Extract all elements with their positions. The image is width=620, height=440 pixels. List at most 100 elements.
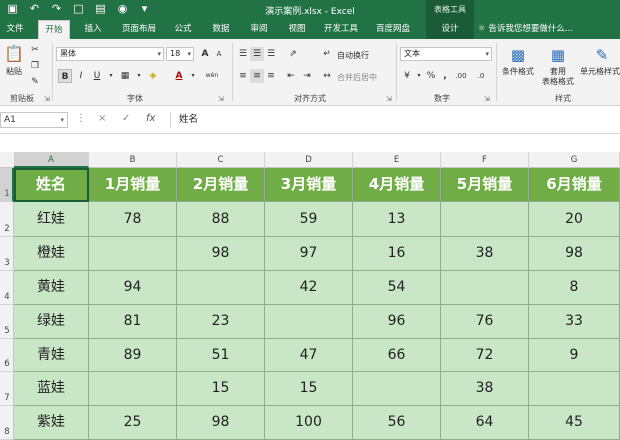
- row-header[interactable]: 1: [0, 168, 14, 202]
- align-top-icon[interactable]: ☰: [236, 47, 250, 61]
- chevron-down-icon[interactable]: ▾: [186, 69, 200, 83]
- column-header[interactable]: G: [529, 152, 620, 168]
- table-cell[interactable]: 98: [529, 237, 620, 271]
- tab-formulas[interactable]: 公式: [168, 20, 198, 39]
- row-header[interactable]: 2: [0, 202, 14, 237]
- header-cell[interactable]: 姓名: [14, 168, 89, 202]
- tab-file[interactable]: 文件: [2, 20, 28, 39]
- table-cell[interactable]: 96: [353, 305, 441, 339]
- table-cell[interactable]: 20: [529, 202, 620, 237]
- align-middle-icon[interactable]: ☰: [250, 47, 264, 61]
- table-cell[interactable]: [441, 202, 529, 237]
- table-cell[interactable]: 81: [89, 305, 177, 339]
- tab-design[interactable]: 设计: [426, 20, 474, 39]
- table-cell[interactable]: 38: [441, 237, 529, 271]
- tab-home[interactable]: 开始: [38, 20, 70, 39]
- border-icon[interactable]: ▦: [118, 69, 132, 83]
- format-as-table-icon[interactable]: ▦: [548, 45, 568, 65]
- header-cell[interactable]: 5月销量: [441, 168, 529, 202]
- format-as-table-button[interactable]: 套用 表格格式: [538, 67, 578, 87]
- table-cell[interactable]: 97: [265, 237, 353, 271]
- table-cell[interactable]: 59: [265, 202, 353, 237]
- table-cell[interactable]: 88: [177, 202, 265, 237]
- header-cell[interactable]: 6月销量: [529, 168, 620, 202]
- table-cell[interactable]: [89, 372, 177, 406]
- cut-icon[interactable]: ✂: [28, 43, 42, 57]
- number-launcher-icon[interactable]: ⇲: [484, 95, 490, 103]
- table-cell[interactable]: 红娃: [14, 202, 89, 237]
- table-cell[interactable]: 89: [89, 339, 177, 372]
- column-header[interactable]: F: [441, 152, 529, 168]
- align-right-icon[interactable]: ≡: [264, 69, 278, 83]
- table-cell[interactable]: 33: [529, 305, 620, 339]
- copy-icon[interactable]: ❐: [28, 59, 42, 73]
- table-cell[interactable]: 72: [441, 339, 529, 372]
- table-cell[interactable]: 98: [177, 406, 265, 440]
- table-cell[interactable]: 47: [265, 339, 353, 372]
- table-cell[interactable]: 青娃: [14, 339, 89, 372]
- table-cell[interactable]: 54: [353, 271, 441, 305]
- cancel-icon[interactable]: ×: [98, 113, 106, 124]
- table-cell[interactable]: 16: [353, 237, 441, 271]
- number-format-select[interactable]: 文本 ▾: [400, 47, 492, 61]
- merge-center-button[interactable]: 合并后居中: [336, 71, 378, 84]
- table-cell[interactable]: [353, 372, 441, 406]
- alignment-launcher-icon[interactable]: ⇲: [386, 95, 392, 103]
- table-cell[interactable]: 94: [89, 271, 177, 305]
- row-header[interactable]: 6: [0, 339, 14, 372]
- wrap-text-icon[interactable]: ↵: [320, 47, 334, 61]
- table-cell[interactable]: [177, 271, 265, 305]
- underline-button[interactable]: U: [90, 69, 104, 83]
- tell-me-box[interactable]: ☼ 告诉我您想要做什么...: [478, 20, 598, 39]
- percent-button[interactable]: %: [424, 69, 438, 83]
- table-cell[interactable]: 黄娃: [14, 271, 89, 305]
- enter-icon[interactable]: ✓: [122, 113, 130, 124]
- name-box[interactable]: A1 ▾: [0, 112, 68, 128]
- table-cell[interactable]: [265, 305, 353, 339]
- table-cell[interactable]: 23: [177, 305, 265, 339]
- column-header[interactable]: C: [177, 152, 265, 168]
- row-header[interactable]: 8: [0, 406, 14, 440]
- table-cell[interactable]: 42: [265, 271, 353, 305]
- table-cell[interactable]: 25: [89, 406, 177, 440]
- header-cell[interactable]: 2月销量: [177, 168, 265, 202]
- font-size-select[interactable]: 18 ▾: [166, 47, 194, 61]
- format-painter-icon[interactable]: ✎: [28, 75, 42, 89]
- table-cell[interactable]: 38: [441, 372, 529, 406]
- decrease-indent-icon[interactable]: ⇤: [284, 69, 298, 83]
- table-cell[interactable]: 蓝娃: [14, 372, 89, 406]
- shrink-font-icon[interactable]: A: [212, 47, 226, 61]
- paste-icon[interactable]: 📋: [4, 43, 24, 65]
- italic-button[interactable]: I: [74, 69, 88, 83]
- row-header[interactable]: 4: [0, 271, 14, 305]
- column-header[interactable]: E: [353, 152, 441, 168]
- table-cell[interactable]: 98: [177, 237, 265, 271]
- tab-page-layout[interactable]: 页面布局: [116, 20, 162, 39]
- font-launcher-icon[interactable]: ⇲: [218, 95, 224, 103]
- conditional-format-icon[interactable]: ▩: [508, 45, 528, 65]
- merge-center-icon[interactable]: ↔: [320, 69, 334, 83]
- grow-font-icon[interactable]: A: [198, 47, 212, 61]
- tab-review[interactable]: 审阅: [244, 20, 274, 39]
- tab-data[interactable]: 数据: [206, 20, 236, 39]
- cell-styles-icon[interactable]: ✎: [592, 45, 612, 65]
- font-color-icon[interactable]: A: [172, 69, 186, 83]
- orientation-icon[interactable]: ⇗: [286, 47, 300, 61]
- table-cell[interactable]: 绿娃: [14, 305, 89, 339]
- align-center-icon[interactable]: ≡: [250, 69, 264, 83]
- table-cell[interactable]: 100: [265, 406, 353, 440]
- insert-function-icon[interactable]: fx: [146, 113, 155, 124]
- wrap-text-button[interactable]: 自动换行: [336, 49, 370, 62]
- tab-insert[interactable]: 插入: [78, 20, 108, 39]
- table-cell[interactable]: 15: [265, 372, 353, 406]
- align-left-icon[interactable]: ≡: [236, 69, 250, 83]
- table-cell[interactable]: 76: [441, 305, 529, 339]
- header-cell[interactable]: 3月销量: [265, 168, 353, 202]
- row-header[interactable]: 3: [0, 237, 14, 271]
- clipboard-launcher-icon[interactable]: ⇲: [44, 95, 50, 103]
- tab-view[interactable]: 视图: [282, 20, 312, 39]
- bold-button[interactable]: B: [58, 69, 72, 83]
- comma-button[interactable]: ,: [438, 69, 452, 83]
- table-cell[interactable]: 橙娃: [14, 237, 89, 271]
- header-cell[interactable]: 1月销量: [89, 168, 177, 202]
